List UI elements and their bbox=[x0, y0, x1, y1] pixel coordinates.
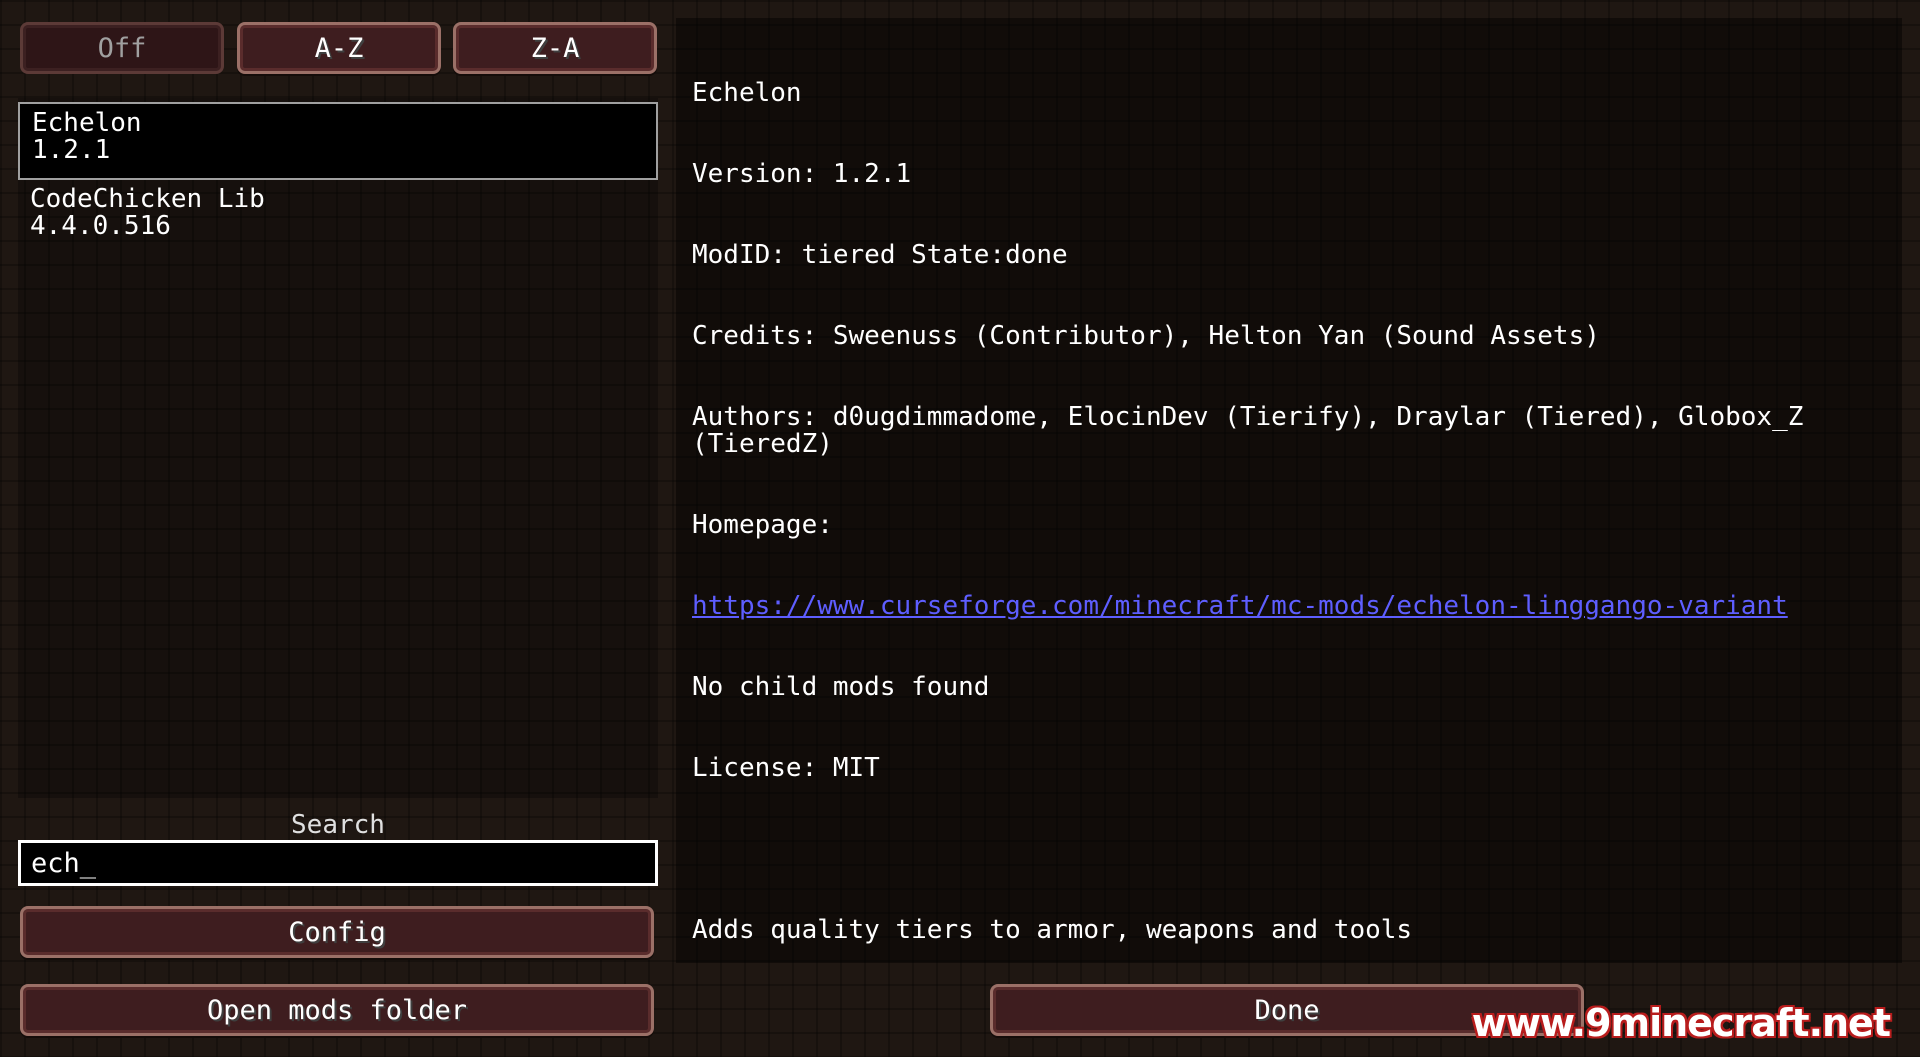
homepage-label: Homepage: bbox=[692, 510, 833, 540]
mod-version: 4.4.0.516 bbox=[30, 211, 171, 241]
mod-name: CodeChicken Lib bbox=[30, 184, 265, 214]
mod-version: 1.2.1 bbox=[32, 135, 111, 165]
open-mods-folder-button[interactable]: Open mods folder bbox=[20, 984, 654, 1036]
mod-description: Adds quality tiers to armor, weapons and… bbox=[692, 915, 1413, 945]
config-button[interactable]: Config bbox=[20, 906, 654, 958]
child-mods-line: No child mods found bbox=[692, 672, 990, 702]
mod-title: Echelon bbox=[692, 78, 802, 108]
sort-za-button[interactable]: Z-A bbox=[453, 22, 657, 74]
mod-info-text: Echelon Version: 1.2.1 ModID: tiered Sta… bbox=[692, 26, 1882, 971]
sort-az-button[interactable]: A-Z bbox=[237, 22, 441, 74]
search-input[interactable] bbox=[18, 840, 658, 886]
mod-authors-line: Authors: d0ugdimmadome, ElocinDev (Tieri… bbox=[692, 402, 1820, 459]
homepage-link[interactable]: https://www.curseforge.com/minecraft/mc-… bbox=[692, 591, 1788, 621]
mod-id-line: ModID: tiered State:done bbox=[692, 240, 1068, 270]
mod-name: Echelon bbox=[32, 108, 142, 138]
sort-off-button[interactable]: Off bbox=[20, 22, 224, 74]
mod-list-item-echelon[interactable]: Echelon 1.2.1 bbox=[18, 102, 658, 180]
search-label: Search bbox=[291, 810, 385, 840]
mod-version-line: Version: 1.2.1 bbox=[692, 159, 912, 189]
mod-list[interactable]: Echelon 1.2.1 CodeChicken Lib 4.4.0.516 bbox=[18, 98, 658, 798]
mod-list-item-codechicken-lib[interactable]: CodeChicken Lib 4.4.0.516 bbox=[18, 180, 658, 258]
license-line: License: MIT bbox=[692, 753, 880, 783]
watermark-text: www.9minecraft.net bbox=[1471, 1001, 1891, 1045]
mod-credits-line: Credits: Sweenuss (Contributor), Helton … bbox=[692, 321, 1600, 351]
